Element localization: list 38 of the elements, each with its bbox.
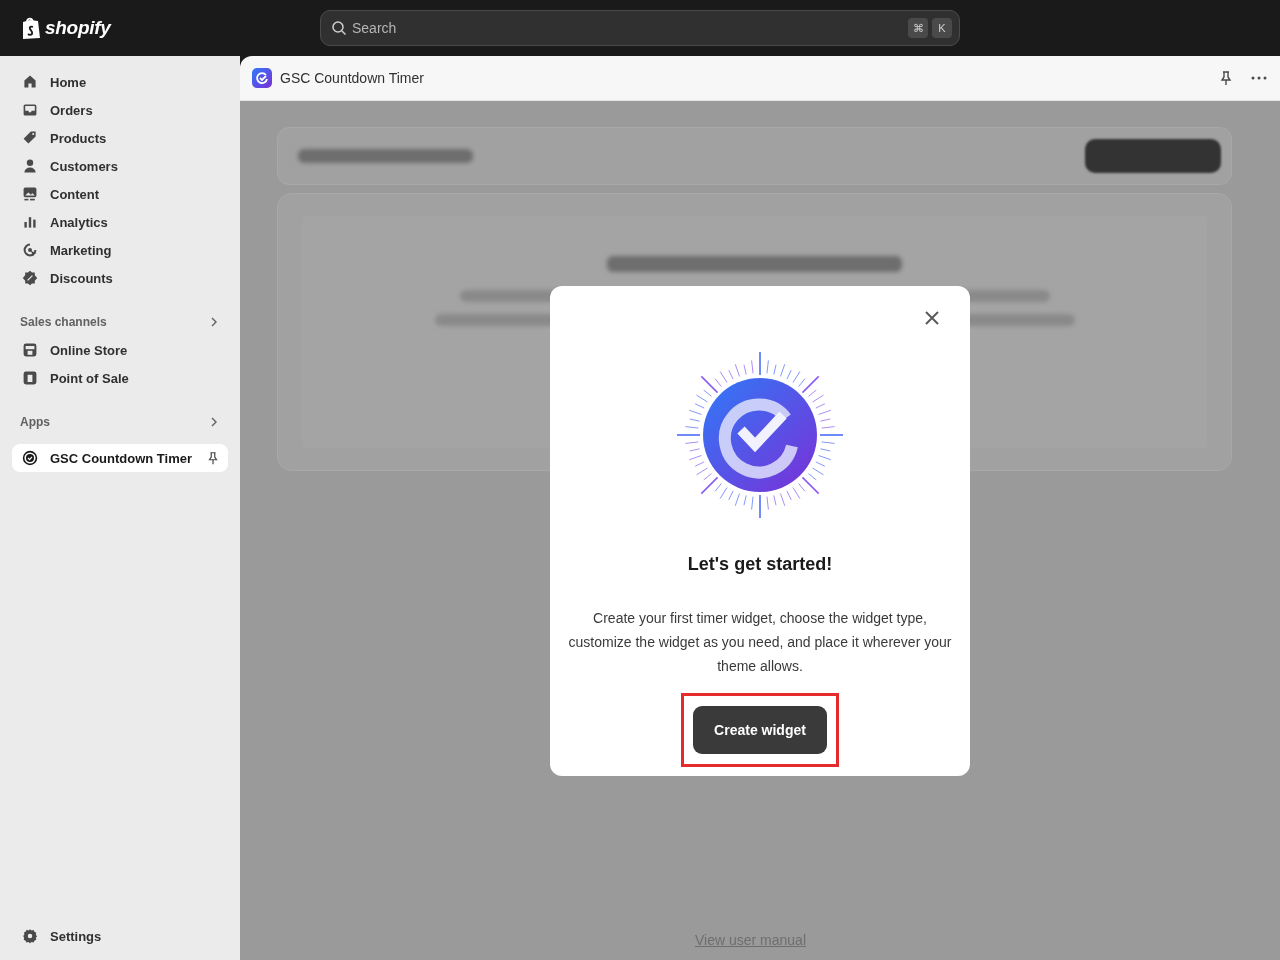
app-title: GSC Countdown Timer bbox=[280, 70, 425, 86]
inbox-icon bbox=[22, 102, 38, 118]
target-icon bbox=[22, 242, 38, 258]
tag-icon bbox=[22, 130, 38, 146]
home-icon bbox=[22, 74, 38, 90]
section-heading[interactable]: Sales channels bbox=[20, 315, 107, 329]
person-icon bbox=[22, 158, 38, 174]
bag-card-icon bbox=[22, 370, 38, 386]
section-heading[interactable]: Apps bbox=[20, 415, 50, 429]
nav-item[interactable]: Orders bbox=[12, 96, 228, 124]
nav-item[interactable]: GSC Countdown Timer bbox=[12, 444, 228, 472]
modal-title: Let's get started! bbox=[687, 554, 833, 575]
image-icon bbox=[22, 186, 38, 202]
nav-item[interactable]: Online Store bbox=[12, 336, 228, 364]
discount-icon bbox=[22, 270, 38, 286]
shortcut-key: K bbox=[932, 18, 952, 38]
nav-item[interactable]: Analytics bbox=[12, 208, 228, 236]
shortcut-key: ⌘ bbox=[908, 18, 928, 38]
bar-chart-icon bbox=[22, 214, 38, 230]
app-logo-icon bbox=[252, 68, 272, 88]
nav-item[interactable]: Content bbox=[12, 180, 228, 208]
shopping-bag-icon bbox=[20, 16, 42, 40]
nav-item[interactable]: Discounts bbox=[12, 264, 228, 292]
nav-item[interactable]: Customers bbox=[12, 152, 228, 180]
check-circle-icon bbox=[22, 450, 38, 466]
store-icon bbox=[22, 342, 38, 358]
create-widget-button[interactable]: Create widget bbox=[693, 706, 827, 754]
pin-icon[interactable] bbox=[206, 451, 220, 465]
gear-icon bbox=[22, 928, 38, 944]
nav-item[interactable]: Products bbox=[12, 124, 228, 152]
logo-text[interactable]: shopify bbox=[45, 17, 111, 39]
nav-item[interactable]: Home bbox=[12, 68, 228, 96]
nav-item[interactable]: Settings bbox=[12, 922, 228, 950]
pin-icon[interactable] bbox=[1218, 70, 1234, 86]
modal-text: Create your first timer widget, choose the widget type, customize the widget as you need, and place it wherever your theme allows. bbox=[568, 609, 952, 676]
nav-item[interactable]: Point of Sale bbox=[12, 364, 228, 392]
search-icon bbox=[331, 20, 347, 36]
nav-item[interactable]: Marketing bbox=[12, 236, 228, 264]
